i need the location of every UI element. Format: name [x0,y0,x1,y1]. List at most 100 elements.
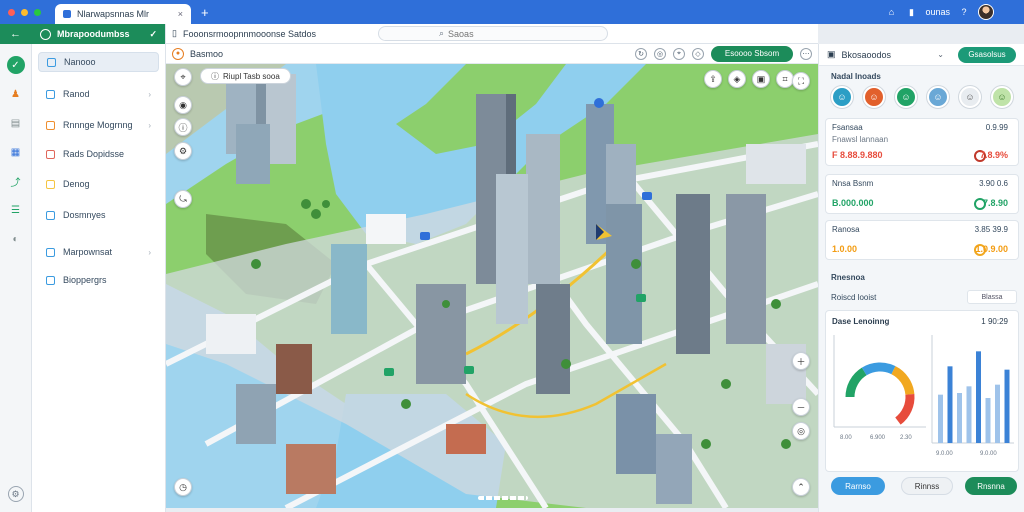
top-right-label[interactable]: ounas [925,7,950,17]
avatar[interactable]: ☺ [959,86,981,108]
map-info-chip[interactable]: ⓘ Riupl Tasb sooa [200,68,291,84]
map-toolbar: ● Basmoo ↻ ◎ ⌖ ◇ Esoooo Sbsom ⋯ [166,44,818,64]
metric-card[interactable]: Ranosa 3.85 39.9 1.0.00 1.0.9.00 [825,220,1019,260]
avatar[interactable]: ☺ [895,86,917,108]
gauge-segment [895,393,915,425]
route-icon[interactable]: ⤴ [7,172,25,190]
check-icon: ✓ [149,28,157,39]
share-button[interactable]: Gsasolsus [958,46,1016,63]
search-icon: ⌕ [439,28,445,38]
sidebar-item[interactable]: Bioppergrs [38,270,159,290]
more-icon[interactable]: ⋯ [800,47,812,60]
sidebar-item[interactable]: Marpownsat › [38,242,159,262]
settings-tool-icon[interactable]: ⚙ [174,142,192,160]
sidebar-item-label: Marpownsat [63,247,113,257]
metric-meta: 3.90 0.6 [979,179,1008,188]
settings-icon[interactable]: ⚙ [7,486,24,502]
back-arrow-icon[interactable]: ← [0,24,32,44]
sidebar-item[interactable]: Ranod › [38,84,159,104]
metric-card[interactable]: Nnsa Bsnm 3.90 0.6 B.000.000 7.8.90 [825,174,1019,214]
avatar[interactable]: ☺ [831,86,853,108]
north-compass-icon[interactable]: ⌃ [792,478,810,496]
compass-icon[interactable]: ◎ [654,47,666,60]
footer-button[interactable]: Rarnso [831,477,885,495]
maximize-window-icon[interactable] [34,8,41,16]
map-pin-tool-icon[interactable]: ⌖ [174,68,192,86]
sidebar-item-icon [47,57,56,67]
shield-icon[interactable]: ✓ [6,56,25,74]
zoom-out-icon[interactable]: － [792,398,810,416]
metric-card[interactable]: Fsansaa 0.9.99 Fnawsl lannaan F 8.88.9.880 7… [825,118,1019,166]
section-label: Rnesnoa [831,273,865,282]
grid-icon[interactable]: ▦ [7,143,25,161]
metric-value: B.000.000 [832,198,874,208]
metric-number: 7.8.9% [979,150,1008,160]
location-pin-icon[interactable]: ● [172,47,184,60]
browser-tab[interactable]: Nlarwapsnnas Mlr × [55,4,191,24]
search-box[interactable]: ⌕ [378,26,608,41]
camera-tool-icon[interactable]: ◉ [174,96,192,114]
sidebar-item[interactable]: Nanooo [38,52,159,72]
charts-card: Dase Lenoinng 1 90:29 8.00 6.900 2.30 9.0.… [825,310,1019,472]
list-icon[interactable]: ☰ [7,201,25,219]
gauge-segment [891,366,915,396]
satellite-map-icon[interactable]: ▣ [752,70,770,88]
user-avatar[interactable] [978,4,994,20]
share-map-icon[interactable]: ⇪ [704,70,722,88]
layers-icon[interactable]: ◇ [692,47,704,60]
bar [957,393,962,443]
bar [966,386,972,443]
refresh-icon[interactable]: ↻ [635,47,647,60]
map-drawer-handle[interactable] [478,496,528,500]
sidebar-item-icon [46,210,55,220]
metric-value: F 8.88.9.880 [832,150,883,160]
sidebar-item-icon [46,89,55,99]
layers-icon[interactable]: ◐ [7,230,25,248]
gauge-segment [861,362,896,376]
page-icon: ▯ [172,28,177,38]
chevron-down-icon[interactable]: ⌄ [937,50,944,59]
footer-button[interactable]: Rnsnna [965,477,1017,495]
avatar[interactable]: ☺ [863,86,885,108]
avatar[interactable]: ☺ [991,86,1013,108]
right-panel-title: Bkosaoodos [841,49,892,60]
gauge-tick-label: 8.00 [840,435,852,441]
primary-action-button[interactable]: Esoooo Sbsom [711,45,793,62]
search-input[interactable] [448,28,569,39]
side-panel-header[interactable]: Mbrapoodumbss ✓ [32,24,165,44]
history-tool-icon[interactable]: ◷ [174,478,192,496]
badge-icon[interactable]: ▮ [905,6,917,18]
filter-dropdown[interactable]: Blassa [967,290,1017,304]
avatar[interactable]: ☺ [927,86,949,108]
city-map[interactable]: ⓘ Riupl Tasb sooa ⌖ ◉ ⓘ ⚙ ⤿ ◷ ⇪ ◈ ▣ ⌗ ⛶ … [166,64,818,508]
traffic-map-icon[interactable]: ◈ [728,70,746,88]
locate-me-icon[interactable]: ◎ [792,422,810,440]
city-map-graphic [166,64,818,508]
info-tool-icon[interactable]: ⓘ [174,118,192,136]
route-tool-icon[interactable]: ⤿ [174,190,192,208]
dashboard-icon: ▣ [827,49,836,59]
right-panel-header: ▣ Bkosaoodos ⌄ Gsasolsus [819,44,1024,66]
minimize-window-icon[interactable] [21,8,28,16]
bar-tick-label: 9.0.00 [980,451,997,457]
document-icon[interactable]: ▤ [7,114,25,132]
sidebar-item-label: Dosmnyes [63,210,106,220]
chevron-right-icon: › [148,247,151,257]
close-window-icon[interactable] [8,8,15,16]
people-icon[interactable]: ♟ [7,85,25,103]
sidebar-item[interactable]: Rnnnge Mogrnng › [38,115,159,135]
sidebar-item[interactable]: Rads Dopidsse [38,144,159,164]
new-tab-icon[interactable]: + [201,5,209,20]
footer-button[interactable]: Rinnss [901,477,953,495]
tab-close-icon[interactable]: × [178,9,183,19]
sidebar-item[interactable]: Dosmnyes [38,205,159,225]
tab-title: Nlarwapsnnas Mlr [77,9,150,19]
pin-icon[interactable]: ⌖ [673,47,685,60]
sidebar-item-icon [46,179,55,189]
fullscreen-map-icon[interactable]: ⛶ [792,72,810,90]
zoom-in-icon[interactable]: ＋ [792,352,810,370]
gauge-segment [845,367,867,398]
sidebar-item[interactable]: Denog [38,174,159,194]
help-icon[interactable]: ? [958,6,970,18]
home-icon[interactable]: ⌂ [885,6,897,18]
